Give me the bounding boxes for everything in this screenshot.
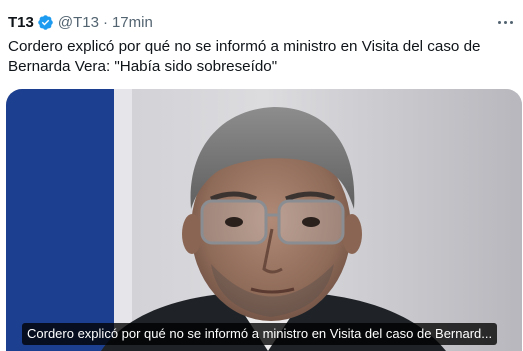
tweet-text: Cordero explicó por qué no se informó a …	[8, 38, 481, 75]
more-options-icon[interactable]	[495, 12, 515, 32]
flag-blue-band	[6, 89, 114, 351]
tweet-header: T13 @T13 · 17min	[8, 12, 515, 32]
author-name[interactable]: T13	[8, 14, 34, 31]
separator-dot: ·	[102, 13, 108, 31]
media-caption: Cordero explicó por qué no se informó a …	[22, 323, 498, 345]
tweet-media[interactable]: Cordero explicó por qué no se informó a …	[6, 89, 522, 351]
timestamp[interactable]: 17min	[112, 14, 153, 31]
author-handle[interactable]: @T13	[58, 14, 99, 31]
verified-badge-icon	[37, 14, 54, 31]
media-image	[6, 89, 522, 351]
